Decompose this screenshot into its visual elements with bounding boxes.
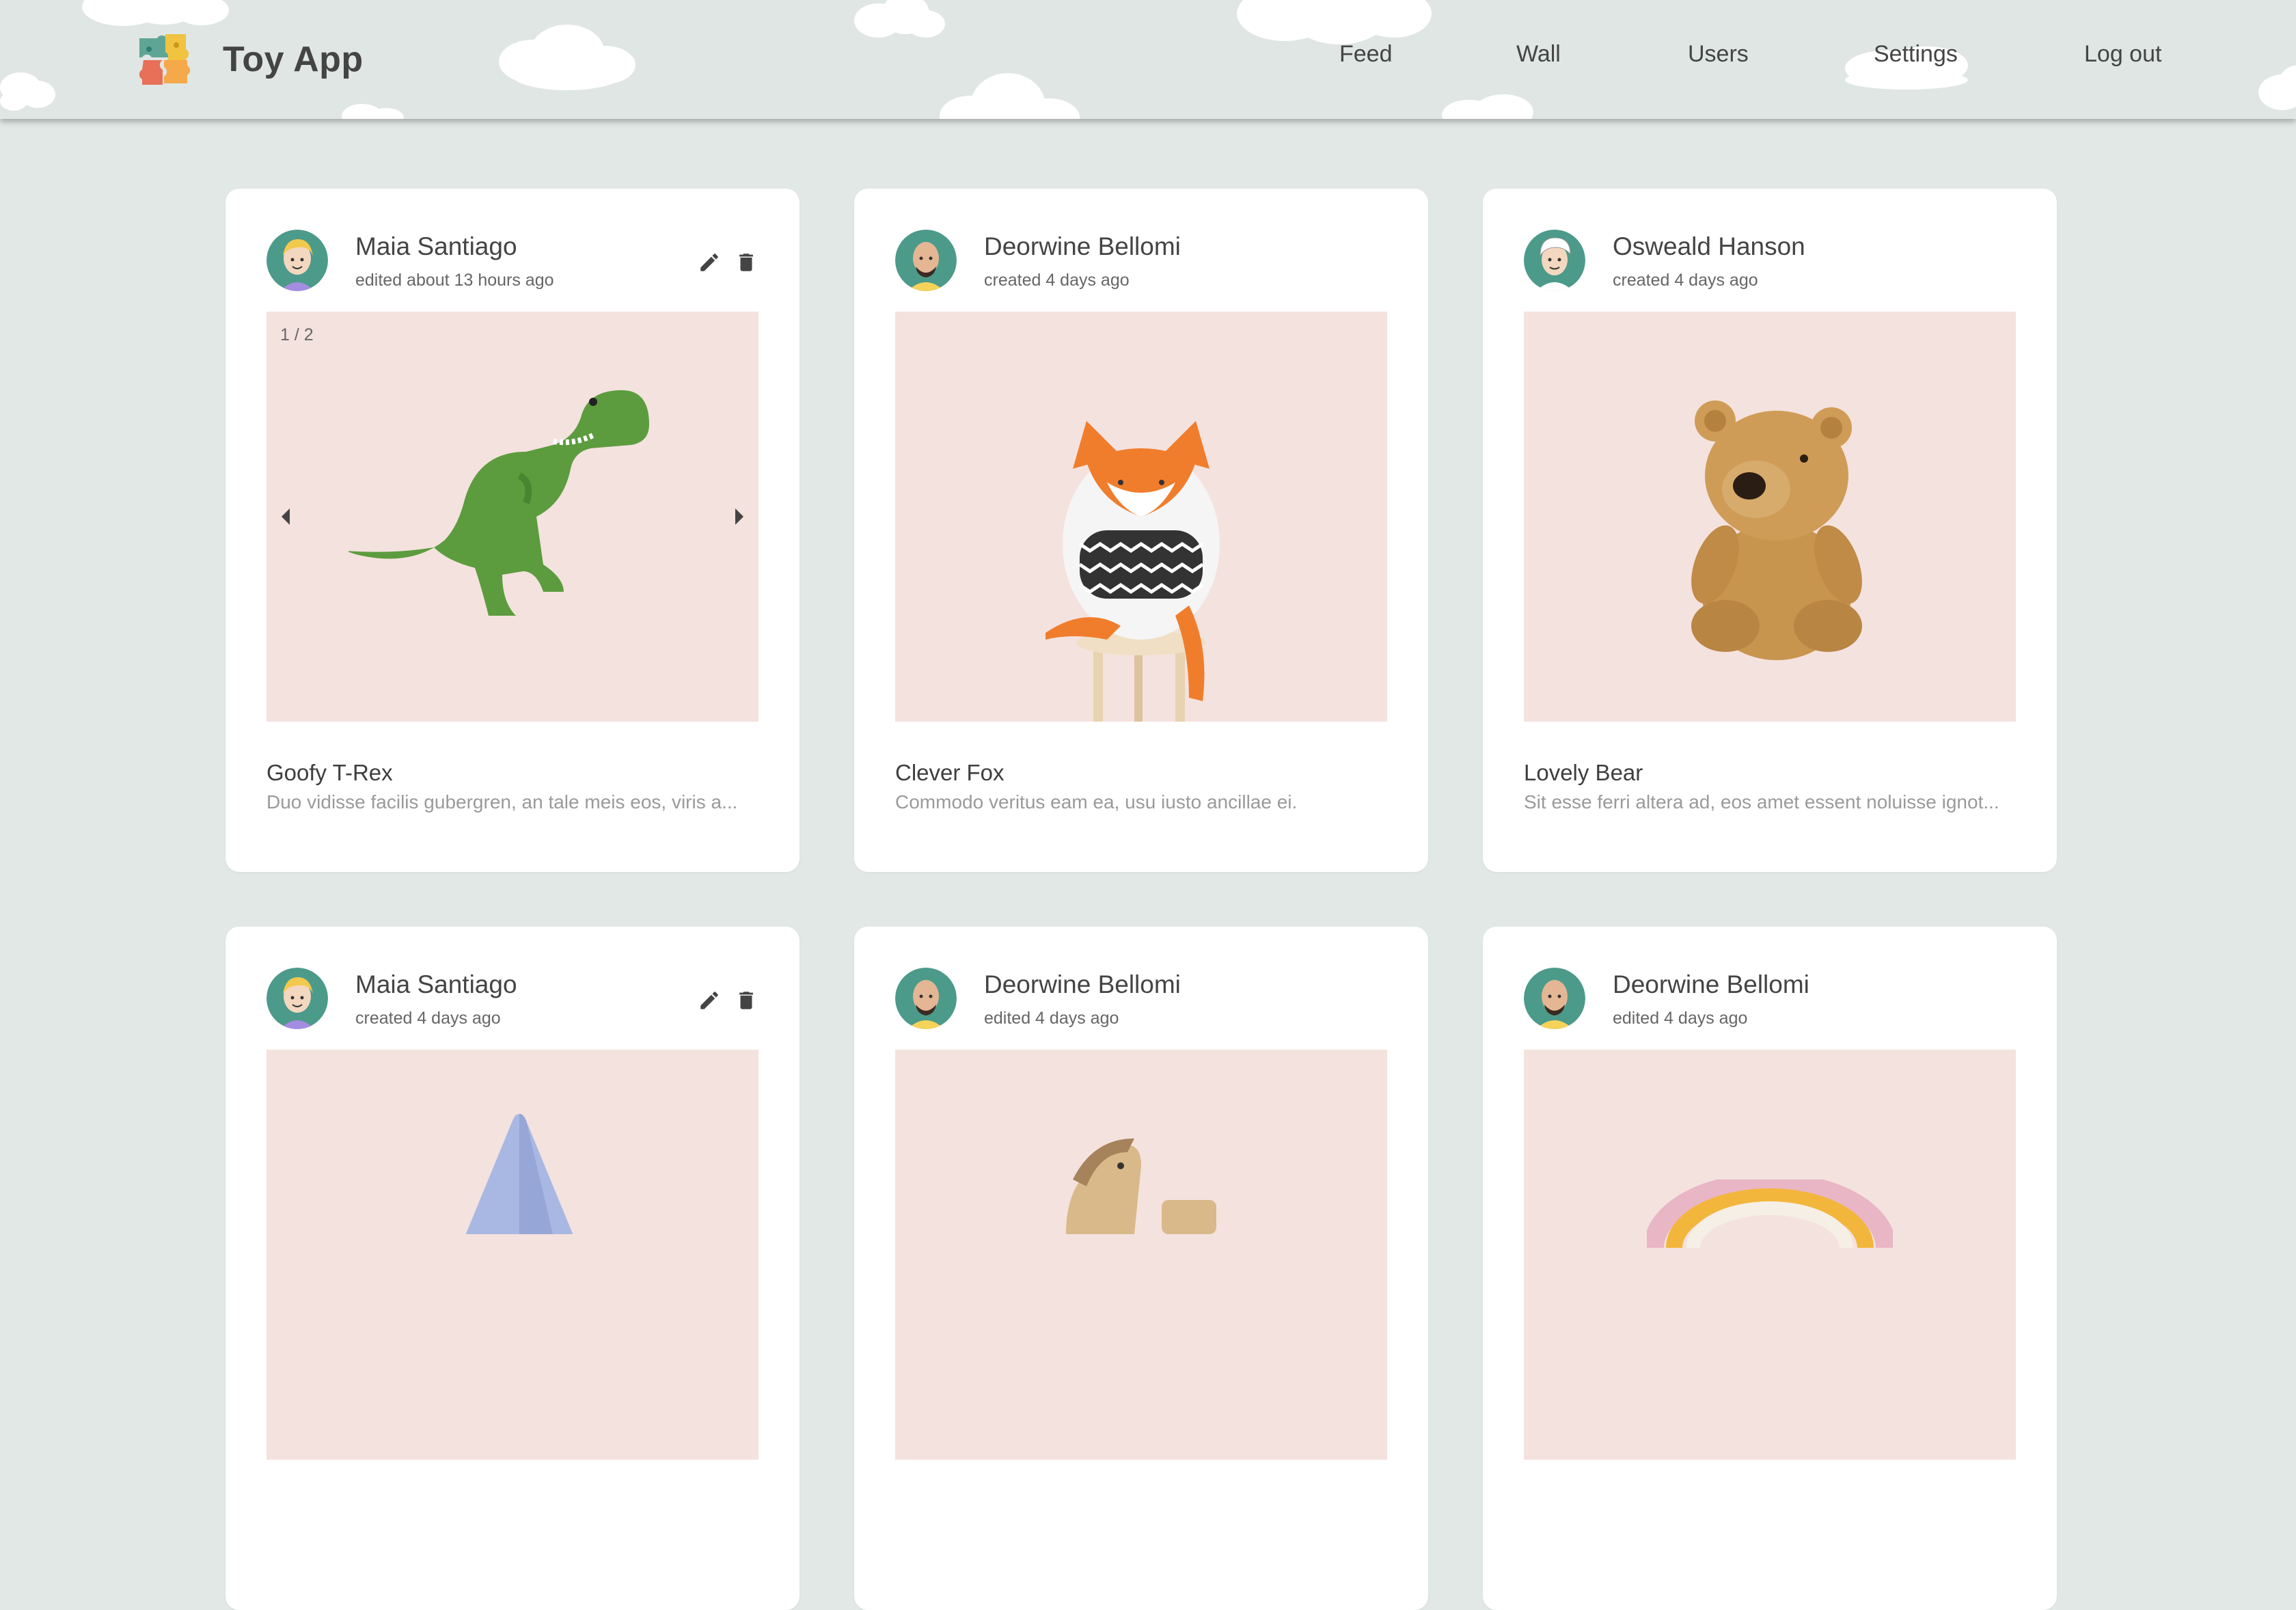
toy-description: Duo vidisse facilis gubergren, an tale m… — [266, 791, 738, 813]
post-image[interactable]: 1 / 2 — [266, 312, 758, 722]
avatar[interactable] — [895, 230, 957, 291]
nav-settings[interactable]: Settings — [1874, 41, 1958, 68]
pencil-icon — [700, 992, 718, 1009]
post-author[interactable]: Maia Santiago — [355, 232, 517, 261]
toy-description: Sit esse ferri altera ad, eos amet essen… — [1524, 791, 1999, 813]
edit-button[interactable] — [696, 987, 723, 1014]
post-timestamp: created 4 days ago — [355, 1009, 501, 1028]
post-card: Osweald Hanson created 4 days ago Lovely… — [1483, 189, 2057, 872]
post-image[interactable] — [1524, 312, 2016, 722]
previous-image-button[interactable] — [272, 500, 299, 533]
post-author[interactable]: Deorwine Bellomi — [1613, 970, 1809, 999]
next-image-button[interactable] — [726, 500, 753, 533]
trash-icon — [739, 992, 753, 1009]
wooden-rocking-horse — [1066, 1138, 1216, 1234]
main-nav: Feed Wall Users Settings Log out — [0, 41, 2296, 82]
cloud-decoration — [82, 0, 229, 26]
nav-log-out[interactable]: Log out — [2084, 41, 2161, 68]
toy-title[interactable]: Goofy T-Rex — [266, 760, 393, 786]
post-card: Maia Santiago created 4 days ago — [226, 927, 800, 1610]
post-timestamp: created 4 days ago — [984, 271, 1130, 290]
post-timestamp: edited 4 days ago — [984, 1009, 1119, 1028]
chevron-left-icon — [282, 508, 290, 525]
post-timestamp: edited about 13 hours ago — [355, 271, 554, 290]
post-timestamp: created 4 days ago — [1613, 271, 1758, 290]
toy-description: Commodo veritus eam ea, usu iusto ancill… — [895, 791, 1298, 813]
nav-wall[interactable]: Wall — [1516, 41, 1561, 68]
toy-title[interactable]: Lovely Bear — [1524, 760, 1643, 786]
post-card: Deorwine Bellomi edited 4 days ago — [854, 927, 1428, 1610]
nav-feed[interactable]: Feed — [1339, 41, 1393, 68]
top-navbar: Toy App Feed Wall Users Settings Log out — [0, 0, 2296, 119]
green-dinosaur-toy — [348, 390, 649, 616]
fox-plush-on-stool — [1046, 421, 1220, 722]
delete-button[interactable] — [733, 249, 760, 276]
post-image[interactable] — [1524, 1050, 2016, 1460]
image-counter: 1 / 2 — [280, 325, 314, 344]
post-author[interactable]: Deorwine Bellomi — [984, 232, 1181, 261]
avatar[interactable] — [1524, 230, 1585, 291]
blue-cone-toy — [465, 1114, 573, 1234]
nav-users[interactable]: Users — [1688, 41, 1749, 68]
pencil-icon — [700, 254, 718, 271]
avatar[interactable] — [266, 968, 328, 1029]
post-card: Maia Santiago edited about 13 hours ago … — [226, 189, 800, 872]
post-image[interactable] — [266, 1050, 758, 1460]
avatar[interactable] — [266, 230, 328, 291]
post-card: Deorwine Bellomi edited 4 days ago — [1483, 927, 2057, 1610]
cloud-decoration — [342, 104, 404, 119]
post-image[interactable] — [895, 1050, 1387, 1460]
post-card: Deorwine Bellomi created 4 days ago Clev… — [854, 189, 1428, 872]
toy-title[interactable]: Clever Fox — [895, 760, 1004, 786]
avatar[interactable] — [1524, 968, 1585, 1029]
cloud-decoration — [854, 0, 945, 38]
delete-button[interactable] — [733, 987, 760, 1014]
chevron-right-icon — [735, 508, 743, 525]
post-author[interactable]: Maia Santiago — [355, 970, 517, 999]
post-author[interactable]: Osweald Hanson — [1613, 232, 1805, 261]
post-timestamp: edited 4 days ago — [1613, 1009, 1748, 1028]
teddy-bear — [1691, 400, 1862, 660]
post-image[interactable] — [895, 312, 1387, 722]
rainbow-pillow — [1647, 1179, 1893, 1248]
cloud-decoration — [1442, 94, 1533, 119]
trash-icon — [739, 254, 753, 271]
edit-button[interactable] — [696, 249, 723, 276]
post-author[interactable]: Deorwine Bellomi — [984, 970, 1181, 999]
avatar[interactable] — [895, 968, 957, 1029]
